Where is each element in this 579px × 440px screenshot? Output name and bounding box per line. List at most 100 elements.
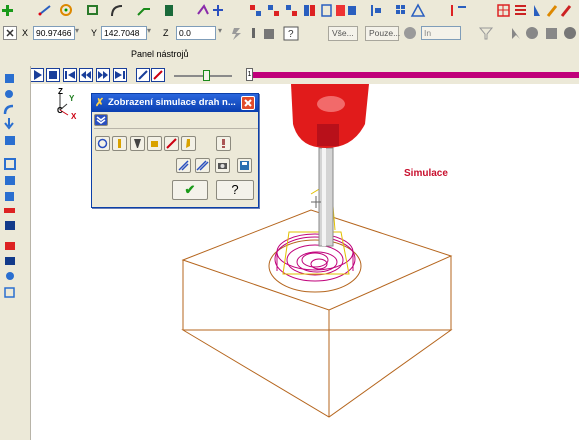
left-toolbar (0, 66, 31, 440)
step-back-button[interactable] (79, 68, 93, 82)
line-tool-icon[interactable] (38, 5, 51, 16)
panel-title: Panel nástrojů (131, 49, 189, 59)
stop-button[interactable] (46, 68, 60, 82)
dialog-titlebar[interactable]: ✗ Zobrazení simulace drah n... (92, 94, 258, 112)
toolpath-button[interactable] (151, 68, 165, 82)
filter-icon[interactable] (478, 27, 494, 40)
window-icon[interactable] (4, 158, 16, 170)
grid-icon[interactable] (4, 287, 15, 298)
select-circle-icon[interactable] (526, 27, 538, 39)
panel-bar: Panel nástrojů (0, 44, 579, 67)
collapse-icon[interactable] (94, 114, 108, 126)
forward-end-button[interactable] (113, 68, 127, 82)
lock-icon[interactable] (264, 29, 274, 39)
step-forward-button[interactable] (96, 68, 110, 82)
left-toolbar-icons (3, 74, 16, 298)
cylinder-icon[interactable] (5, 192, 14, 201)
y-dropdown-icon[interactable]: ▾ (147, 26, 151, 35)
layout-icon[interactable] (396, 5, 405, 14)
z-label: Z (163, 28, 169, 38)
grid-tools-icon[interactable] (250, 4, 356, 17)
shape-red-icon[interactable] (5, 242, 15, 250)
filter-use-button[interactable]: Pouze... (365, 26, 400, 41)
stock-block-wireframe (181, 209, 453, 418)
play-button[interactable] (30, 68, 44, 82)
warning-icon[interactable] (216, 136, 231, 151)
flat-icon[interactable] (4, 208, 15, 213)
svg-text:?: ? (288, 29, 294, 40)
in-selector[interactable]: In (421, 26, 461, 40)
add-icon[interactable] (2, 5, 13, 16)
cube-icon[interactable] (5, 136, 15, 145)
rectangle-tool-icon[interactable] (87, 5, 98, 15)
toolpath (268, 181, 362, 293)
transform-icon[interactable] (197, 4, 209, 15)
list-icon[interactable] (515, 5, 526, 15)
toolpath-color-icon[interactable] (164, 136, 179, 151)
dialog-close-button[interactable] (241, 96, 255, 110)
table-icon[interactable] (497, 4, 510, 17)
select-solid-icon[interactable] (564, 27, 576, 39)
pen-icon[interactable] (560, 5, 572, 17)
spin-icon[interactable] (6, 272, 14, 280)
pencil-icon[interactable] (546, 5, 558, 17)
arc-tool-icon[interactable] (111, 5, 123, 17)
refresh-path-icon[interactable] (95, 136, 110, 151)
y-coordinate-field[interactable]: 142.7048 (101, 26, 147, 40)
pin-icon[interactable] (252, 28, 255, 38)
sort-icon[interactable] (451, 5, 466, 16)
shape-icon[interactable] (534, 5, 540, 16)
path-tool-button[interactable] (136, 68, 150, 82)
x-coordinate-field[interactable]: 90.97466 (33, 26, 75, 40)
close-icon[interactable] (3, 26, 17, 40)
view-icon[interactable] (5, 74, 14, 83)
rewind-start-button[interactable] (63, 68, 77, 82)
tool-length-icon[interactable] (112, 136, 127, 151)
z-coordinate-field[interactable]: 0.0 (176, 26, 216, 40)
tool-tip-icon[interactable] (181, 136, 196, 151)
box-icon[interactable] (5, 176, 15, 185)
axis-z-label: Z (58, 87, 63, 96)
curve-icon[interactable] (3, 104, 14, 115)
z-dropdown-icon[interactable]: ▾ (218, 26, 222, 35)
y-label: Y (91, 28, 98, 38)
path-lines-icon[interactable] (176, 158, 191, 173)
select-box-icon[interactable] (546, 28, 557, 39)
arrow-down-icon[interactable] (4, 118, 14, 130)
simulation-dialog: ✗ Zobrazení simulace drah n... ✔ ? (91, 93, 259, 208)
help-icon[interactable]: ? (283, 26, 299, 41)
track-index[interactable]: 1 (246, 68, 253, 81)
save-icon[interactable] (237, 158, 252, 173)
speed-slider-thumb[interactable] (203, 70, 210, 81)
selection-tools (478, 27, 576, 40)
x-label: X (22, 28, 29, 38)
align-icon[interactable] (371, 5, 381, 16)
help-button[interactable]: ? (216, 180, 254, 200)
tool-holder-icon[interactable] (130, 136, 145, 151)
snap-icon[interactable] (213, 5, 223, 16)
path-multi-icon[interactable] (195, 158, 210, 173)
simulation-label: Simulace (404, 168, 448, 179)
globe-icon[interactable] (402, 26, 418, 40)
circle-tool-icon[interactable] (60, 4, 72, 16)
spindle-tool (291, 84, 369, 247)
lightning-icon[interactable] (232, 28, 241, 40)
ok-button[interactable]: ✔ (172, 180, 208, 200)
main-toolbar-icons (2, 3, 572, 17)
dark-box-icon[interactable] (5, 221, 15, 230)
rotate-icon[interactable] (5, 90, 13, 98)
tool-shape-icon[interactable] (147, 136, 162, 151)
camera-icon[interactable] (215, 158, 230, 173)
x-dropdown-icon[interactable]: ▾ (75, 26, 79, 35)
polyline-tool-icon[interactable] (137, 8, 150, 16)
select-arrow-icon[interactable] (512, 28, 520, 39)
triangle-icon[interactable] (410, 3, 426, 17)
simulation-progress-bar[interactable] (253, 72, 579, 78)
axis-c-label: C (57, 106, 63, 115)
main-toolbar (0, 0, 579, 23)
app-icon: ✗ (95, 97, 105, 109)
layers-icon[interactable] (5, 257, 15, 265)
dialog-title: Zobrazení simulace drah n... (108, 97, 236, 108)
solid-tool-icon[interactable] (165, 5, 173, 16)
filter-all-button[interactable]: Vše... (328, 26, 358, 41)
